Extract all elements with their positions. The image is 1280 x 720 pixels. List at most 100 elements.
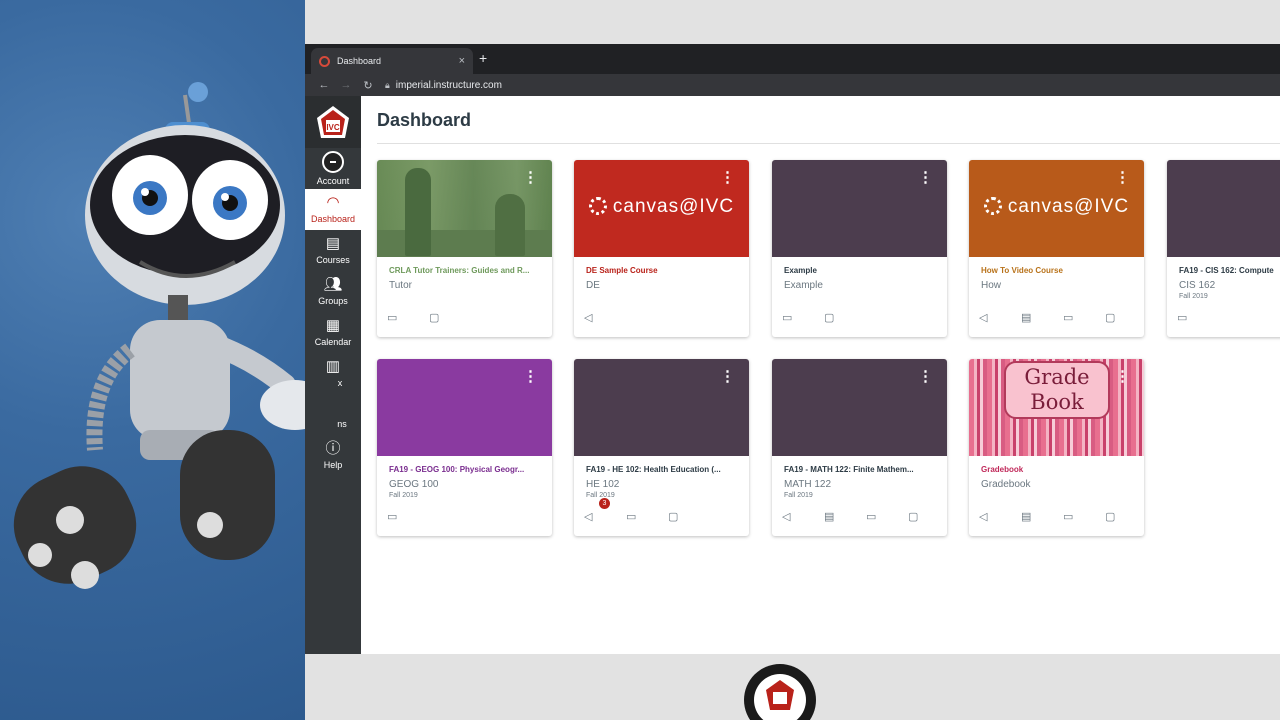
- course-card-crla[interactable]: ⋮ CRLA Tutor Trainers: Guides and R... T…: [377, 160, 552, 337]
- groups-people-icon: 👥︎: [323, 276, 343, 293]
- courses-book-icon: ▤: [325, 235, 341, 252]
- files-folder-icon[interactable]: ▢: [824, 311, 866, 324]
- course-card-example[interactable]: ⋮ Example Example ▭ ▢: [772, 160, 947, 337]
- nav-item-inbox[interactable]: ▥ x: [305, 353, 361, 394]
- announcements-icon[interactable]: ◁: [782, 510, 824, 523]
- announcements-icon[interactable]: ◁: [584, 311, 626, 324]
- card-options-icon[interactable]: ⋮: [918, 170, 933, 185]
- discussions-icon[interactable]: ▭: [782, 311, 824, 324]
- ivc-college-seal-icon: [744, 664, 816, 720]
- nav-item-help[interactable]: ⓘ Help: [305, 435, 361, 476]
- course-card-math-122[interactable]: ⋮ FA19 - MATH 122: Finite Mathem... MATH…: [772, 359, 947, 536]
- reload-icon[interactable]: ↻: [357, 79, 379, 92]
- card-options-icon[interactable]: ⋮: [720, 369, 735, 384]
- card-hero-color[interactable]: canvas@IVC ⋮: [969, 160, 1144, 257]
- card-action-bar: ◁ ▤ ▭ ▢: [979, 311, 1144, 324]
- card-options-icon[interactable]: ⋮: [720, 170, 735, 185]
- forward-arrow-icon[interactable]: →: [335, 79, 357, 91]
- ivc-logo[interactable]: IVC: [305, 96, 361, 148]
- new-tab-button[interactable]: +: [479, 50, 487, 66]
- files-folder-icon[interactable]: ▢: [1105, 510, 1144, 523]
- card-course-name[interactable]: Example: [784, 266, 944, 275]
- calendar-icon: ▦: [325, 317, 341, 334]
- nav-label: Groups: [318, 296, 348, 306]
- url-input[interactable]: imperial.instructure.com: [396, 80, 502, 91]
- card-course-name[interactable]: FA19 - MATH 122: Finite Mathem...: [784, 465, 944, 474]
- course-card-he-102[interactable]: ⋮ FA19 - HE 102: Health Education (... H…: [574, 359, 749, 536]
- nav-item-account[interactable]: Account: [305, 148, 361, 189]
- card-course-name[interactable]: FA19 - CIS 162: Compute: [1179, 266, 1280, 275]
- assignments-icon[interactable]: ▤: [1021, 311, 1063, 324]
- files-folder-icon[interactable]: ▢: [1105, 311, 1144, 324]
- card-options-icon[interactable]: ⋮: [523, 170, 538, 185]
- course-card-geog-100[interactable]: ⋮ FA19 - GEOG 100: Physical Geogr... GEO…: [377, 359, 552, 536]
- nav-label: x: [337, 378, 343, 388]
- nav-label: Dashboard: [310, 214, 356, 224]
- page-title: Dashboard: [377, 110, 472, 130]
- canvas-app: IVC Account ◠ Dashboard ▤ Courses 👥︎ Gro…: [305, 96, 1280, 654]
- card-course-name[interactable]: Gradebook: [981, 465, 1141, 474]
- card-course-name[interactable]: How To Video Course: [981, 266, 1141, 275]
- nav-label: Account: [316, 176, 350, 186]
- unread-count-badge[interactable]: 3: [599, 498, 610, 509]
- discussions-icon[interactable]: ▭: [387, 510, 429, 523]
- card-course-name[interactable]: CRLA Tutor Trainers: Guides and R...: [389, 266, 549, 275]
- nav-item-courses[interactable]: ▤ Courses: [305, 230, 361, 271]
- discussions-icon[interactable]: ▭: [1063, 311, 1105, 324]
- nav-item-dashboard[interactable]: ◠ Dashboard: [305, 189, 361, 230]
- card-course-name[interactable]: DE Sample Course: [586, 266, 746, 275]
- card-course-code: Tutor: [389, 280, 412, 291]
- close-tab-icon[interactable]: ×: [459, 55, 465, 67]
- card-course-code: HE 102: [586, 479, 620, 490]
- nav-item-groups[interactable]: 👥︎ Groups: [305, 271, 361, 312]
- nav-item-commons[interactable]: ns: [305, 394, 361, 435]
- discussions-icon[interactable]: ▭: [866, 510, 908, 523]
- inbox-icon: ▥: [325, 358, 341, 375]
- assignments-icon[interactable]: ▤: [1021, 510, 1063, 523]
- assignments-icon[interactable]: ▤: [824, 510, 866, 523]
- card-hero-image[interactable]: Grade Book ⋮: [969, 359, 1144, 456]
- canvas-ivc-logo: canvas@IVC: [574, 196, 749, 218]
- lock-icon: 🔒︎: [385, 79, 390, 90]
- tab-strip: Dashboard × +: [305, 44, 1280, 74]
- card-options-icon[interactable]: ⋮: [918, 369, 933, 384]
- card-course-name[interactable]: FA19 - HE 102: Health Education (...: [586, 465, 746, 474]
- course-card-gradebook[interactable]: Grade Book ⋮ Gradebook Gradebook ◁ ▤ ▭ ▢: [969, 359, 1144, 536]
- files-folder-icon[interactable]: ▢: [908, 510, 947, 523]
- card-course-code: How: [981, 280, 1002, 291]
- card-term: Fall 2019: [784, 492, 813, 499]
- discussions-icon[interactable]: ▭: [626, 510, 668, 523]
- card-action-bar: ▭ ▢: [782, 311, 866, 324]
- announcements-icon[interactable]: ◁: [979, 311, 1021, 324]
- card-hero-color[interactable]: ⋮: [772, 160, 947, 257]
- discussions-icon[interactable]: ▭: [1063, 510, 1105, 523]
- dashboard-content: Dashboard ⋮ CRLA Tutor Trainers: Guides …: [361, 96, 1280, 654]
- card-options-icon[interactable]: ⋮: [1115, 170, 1130, 185]
- announcements-icon[interactable]: ◁: [979, 510, 1021, 523]
- course-card-how-to-video[interactable]: canvas@IVC ⋮ How To Video Course How ◁ ▤…: [969, 160, 1144, 337]
- discussions-icon[interactable]: ▭: [387, 311, 429, 324]
- card-course-code: CIS 162: [1179, 280, 1216, 291]
- card-hero-color[interactable]: ⋮: [377, 359, 552, 456]
- files-folder-icon[interactable]: ▢: [429, 311, 471, 324]
- course-card-cis-162[interactable]: FA19 - CIS 162: Compute CIS 162 Fall 201…: [1167, 160, 1280, 337]
- nav-item-calendar[interactable]: ▦ Calendar: [305, 312, 361, 353]
- title-divider: [377, 143, 1280, 144]
- card-course-name[interactable]: FA19 - GEOG 100: Physical Geogr...: [389, 465, 549, 474]
- card-hero-color[interactable]: ⋮: [574, 359, 749, 456]
- browser-tab-dashboard[interactable]: Dashboard ×: [311, 48, 473, 74]
- card-options-icon[interactable]: ⋮: [1115, 369, 1130, 384]
- card-hero-color[interactable]: ⋮: [772, 359, 947, 456]
- back-arrow-icon[interactable]: ←: [313, 79, 335, 91]
- card-action-bar: ◁ ▤ ▭ ▢: [782, 510, 947, 523]
- svg-text:IVC: IVC: [326, 123, 340, 132]
- announcements-icon[interactable]: ◁: [584, 510, 626, 523]
- card-hero-color[interactable]: canvas@IVC ⋮: [574, 160, 749, 257]
- files-folder-icon[interactable]: ▢: [668, 510, 710, 523]
- card-options-icon[interactable]: ⋮: [523, 369, 538, 384]
- course-card-de-sample[interactable]: canvas@IVC ⋮ DE Sample Course DE ◁: [574, 160, 749, 337]
- card-hero-image[interactable]: ⋮: [377, 160, 552, 257]
- card-action-bar: ◁ ▤ ▭ ▢: [979, 510, 1144, 523]
- discussions-icon[interactable]: ▭: [1177, 311, 1219, 324]
- card-hero-color[interactable]: [1167, 160, 1280, 257]
